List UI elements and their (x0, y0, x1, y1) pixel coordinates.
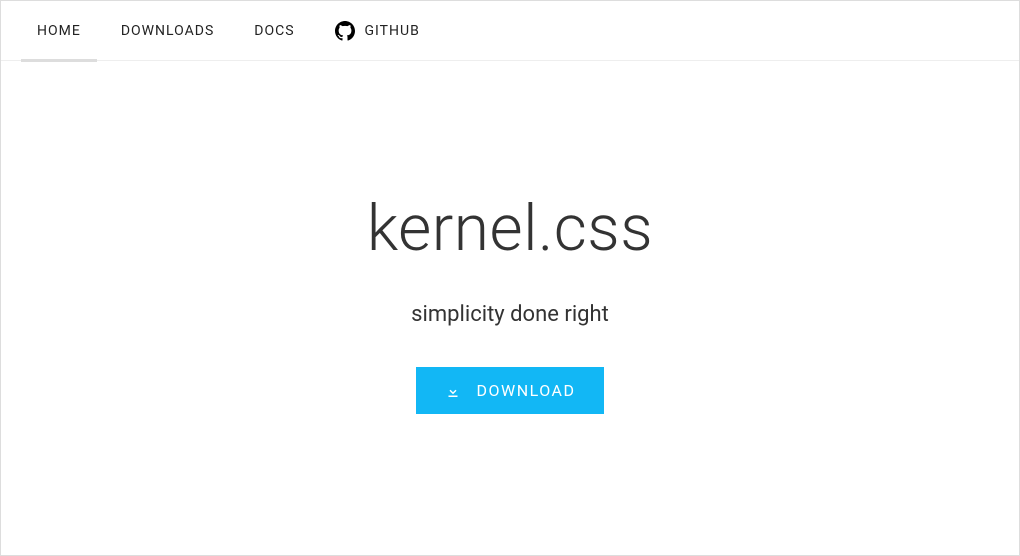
nav-downloads[interactable]: DOWNLOADS (105, 1, 230, 61)
nav-github[interactable]: GITHUB (319, 1, 436, 61)
nav-home[interactable]: HOME (21, 1, 97, 61)
hero-section: kernel.css simplicity done right DOWNLOA… (1, 61, 1019, 414)
nav-docs-label: DOCS (254, 23, 294, 39)
top-nav: HOME DOWNLOADS DOCS GITHUB (1, 1, 1019, 61)
page-title: kernel.css (367, 191, 653, 266)
nav-github-label: GITHUB (365, 23, 420, 39)
nav-downloads-label: DOWNLOADS (121, 23, 214, 39)
page-subtitle: simplicity done right (411, 302, 609, 327)
download-button-label: DOWNLOAD (476, 381, 575, 400)
github-icon (335, 21, 355, 41)
nav-home-label: HOME (37, 23, 81, 39)
nav-docs[interactable]: DOCS (238, 1, 310, 61)
download-button[interactable]: DOWNLOAD (416, 367, 603, 414)
download-icon (444, 382, 462, 400)
